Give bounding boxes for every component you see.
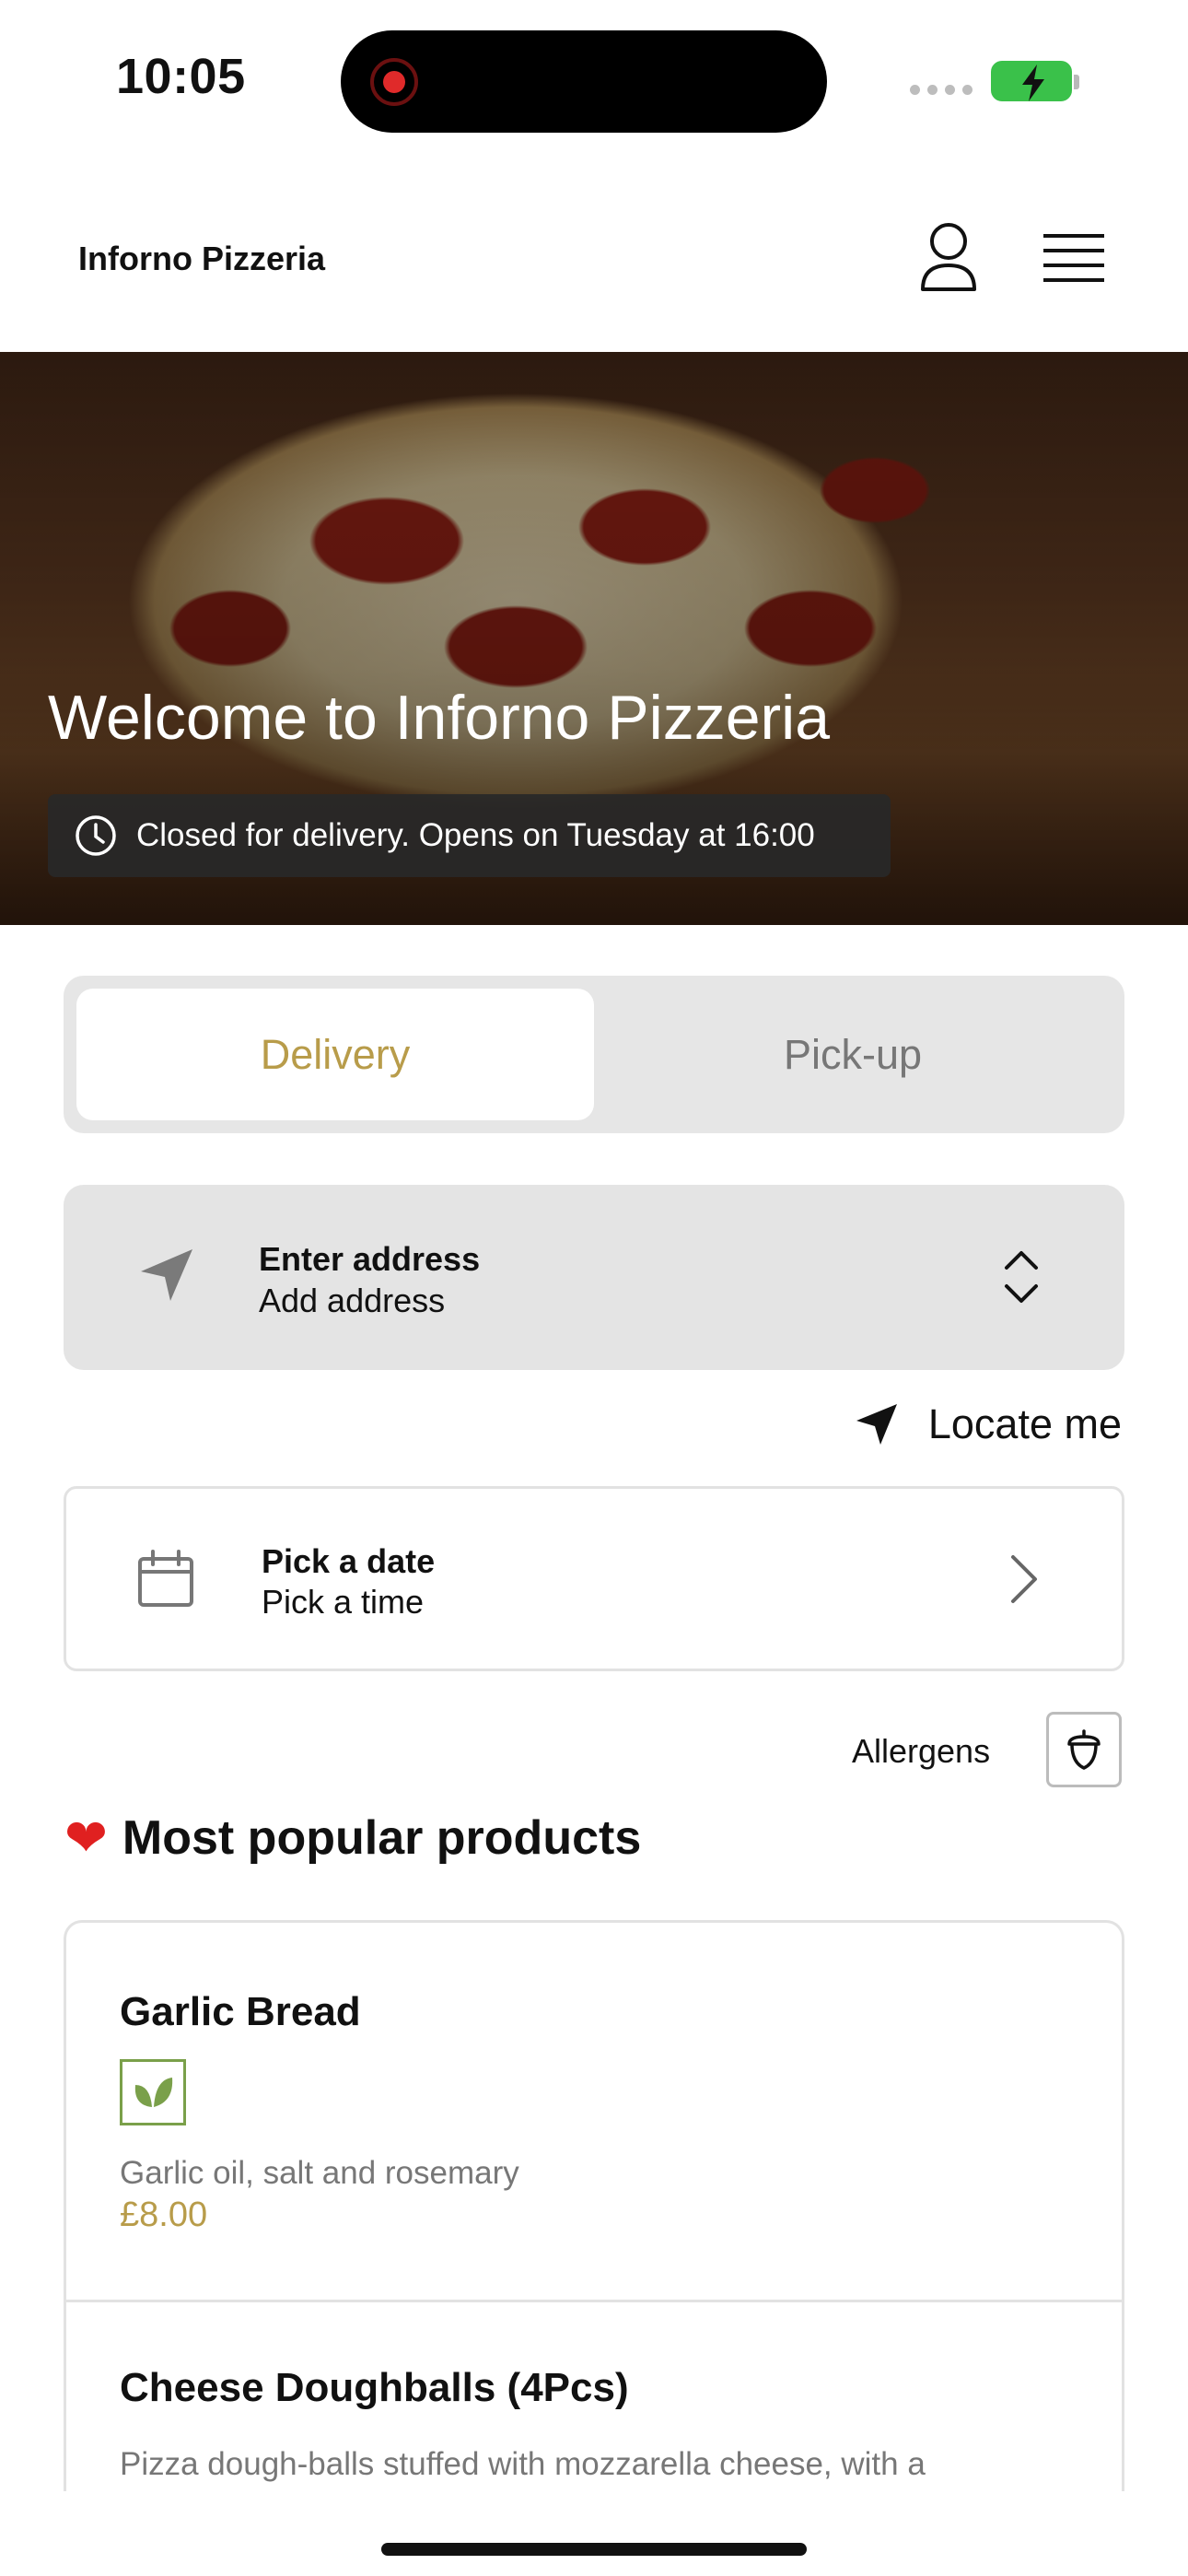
product-description: Garlic oil, salt and rosemary xyxy=(120,2155,519,2191)
product-price: £8.00 xyxy=(120,2195,208,2234)
product-description: Pizza dough-balls stuffed with mozzarell… xyxy=(120,2446,926,2482)
calendar-icon xyxy=(138,1550,193,1607)
address-subtitle: Add address xyxy=(259,1282,446,1319)
dynamic-island xyxy=(341,30,827,133)
hamburger-menu-icon[interactable] xyxy=(1043,230,1104,286)
delivery-status-text: Closed for delivery. Opens on Tuesday at… xyxy=(136,817,815,853)
acorn-icon xyxy=(1067,1729,1101,1770)
product-list: Garlic Bread Garlic oil, salt and rosema… xyxy=(64,1920,1124,2491)
status-bar: 10:05 xyxy=(0,0,1188,157)
location-arrow-icon xyxy=(856,1404,897,1445)
hero-banner: Welcome to Inforno Pizzeria Closed for d… xyxy=(0,352,1188,925)
product-name: Cheese Doughballs (4Pcs) xyxy=(120,2365,629,2410)
vegetarian-leaf-icon xyxy=(120,2059,186,2125)
tab-delivery[interactable]: Delivery xyxy=(76,989,594,1120)
chevron-up-down-icon xyxy=(1005,1251,1038,1303)
person-icon[interactable] xyxy=(917,221,980,293)
section-title-text: Most popular products xyxy=(122,1811,642,1865)
screen-recording-icon xyxy=(370,58,418,106)
section-title: ❤ Most popular products xyxy=(64,1810,641,1866)
delivery-status-badge: Closed for delivery. Opens on Tuesday at… xyxy=(48,794,891,877)
clock-icon xyxy=(76,815,116,856)
date-time-selector[interactable]: Pick a date Pick a time xyxy=(64,1486,1124,1671)
home-indicator[interactable] xyxy=(381,2543,807,2556)
address-title: Enter address xyxy=(259,1240,481,1278)
locate-me-label: Locate me xyxy=(927,1400,1122,1447)
product-card[interactable]: Cheese Doughballs (4Pcs) Pizza dough-bal… xyxy=(66,2302,1122,2491)
product-card[interactable]: Garlic Bread Garlic oil, salt and rosema… xyxy=(66,1923,1122,2302)
chevron-right-icon xyxy=(1011,1555,1037,1603)
product-name: Garlic Bread xyxy=(120,1989,361,2034)
time-subtitle: Pick a time xyxy=(262,1583,425,1621)
tab-pick-up[interactable]: Pick-up xyxy=(594,989,1112,1120)
cellular-signal-icon xyxy=(910,85,973,95)
navigation-arrow-icon xyxy=(141,1249,192,1301)
allergens-button[interactable] xyxy=(1046,1712,1122,1787)
allergens-label: Allergens xyxy=(852,1732,991,1770)
battery-charging-icon xyxy=(991,61,1079,101)
locate-me-button[interactable]: Locate me xyxy=(855,1400,1122,1448)
status-time: 10:05 xyxy=(116,49,246,104)
hero-title: Welcome to Inforno Pizzeria xyxy=(48,683,831,753)
order-mode-toggle: Delivery Pick-up xyxy=(64,976,1124,1133)
heart-icon: ❤ xyxy=(64,1809,108,1867)
date-title: Pick a date xyxy=(262,1542,436,1580)
app-header: Inforno Pizzeria xyxy=(0,184,1188,352)
address-selector[interactable]: Enter address Add address xyxy=(64,1185,1124,1370)
app-title: Inforno Pizzeria xyxy=(78,240,326,277)
